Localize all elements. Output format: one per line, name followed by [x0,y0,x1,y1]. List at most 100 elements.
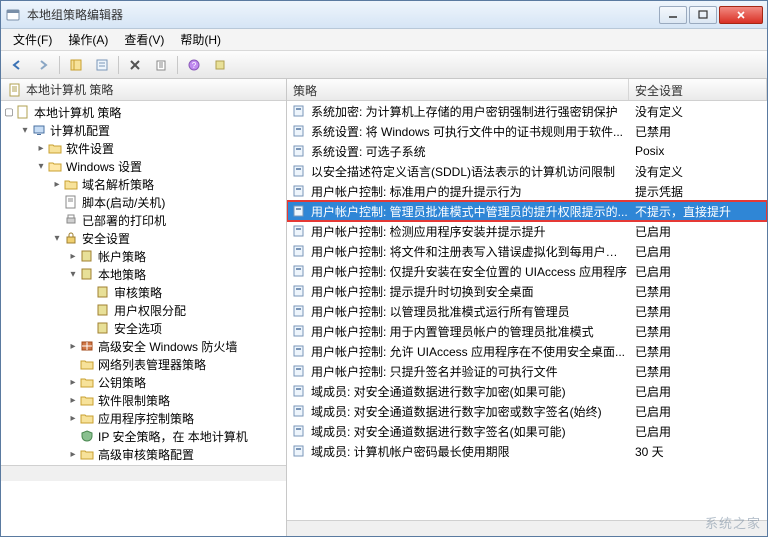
col-setting[interactable]: 安全设置 [629,79,767,100]
firewall-icon [79,338,95,354]
expand-icon[interactable]: ▢ [3,107,15,118]
policy-row[interactable]: 用户帐户控制: 仅提升安装在安全位置的 UIAccess 应用程序已启用 [287,261,767,281]
tree-ipsec[interactable]: IP 安全策略，在 本地计算机 [67,427,286,445]
collapse-icon[interactable]: ▾ [67,269,79,280]
tree-scripts[interactable]: 脚本(启动/关机) [51,193,286,211]
policy-row[interactable]: 用户帐户控制: 允许 UIAccess 应用程序在不使用安全桌面...已禁用 [287,341,767,361]
policy-row[interactable]: 用户帐户控制: 将文件和注册表写入错误虚拟化到每用户位置已启用 [287,241,767,261]
col-policy[interactable]: 策略 [287,79,629,100]
menu-help[interactable]: 帮助(H) [172,29,229,50]
properties-button[interactable] [90,54,114,76]
policy-value: 已启用 [629,243,767,260]
policy-row[interactable]: 域成员: 对安全通道数据进行数字加密(如果可能)已启用 [287,381,767,401]
tree-pane: 本地计算机 策略 ▢ 本地计算机 策略 ▾ 计算机配置 [1,79,287,536]
policy-row[interactable]: 系统加密: 为计算机上存储的用户密钥强制进行强密钥保护没有定义 [287,101,767,121]
expand-icon[interactable]: ▸ [67,251,79,262]
policy-name: 系统加密: 为计算机上存储的用户密钥强制进行强密钥保护 [311,103,618,120]
expand-icon[interactable]: ▸ [67,395,79,406]
collapse-icon[interactable]: ▾ [51,233,63,244]
policy-row[interactable]: 用户帐户控制: 只提升签名并验证的可执行文件已禁用 [287,361,767,381]
policy-row[interactable]: 用户帐户控制: 管理员批准模式中管理员的提升权限提示的...不提示，直接提升 [287,201,767,221]
tree-network-list[interactable]: 网络列表管理器策略 [67,355,286,373]
expand-icon[interactable]: ▸ [35,143,47,154]
policy-icon [79,266,95,282]
tree-user-rights[interactable]: 用户权限分配 [83,301,286,319]
close-button[interactable] [719,6,763,24]
doc-icon [15,104,31,120]
list-scrollbar[interactable] [287,520,767,536]
window-buttons [659,6,763,24]
policy-row[interactable]: 域成员: 计算机帐户密码最长使用期限30 天 [287,441,767,461]
delete-button[interactable] [123,54,147,76]
export-button[interactable] [149,54,173,76]
policy-row[interactable]: 以安全描述符定义语言(SDDL)语法表示的计算机访问限制没有定义 [287,161,767,181]
tree-software-restriction[interactable]: ▸软件限制策略 [67,391,286,409]
policy-name: 用户帐户控制: 仅提升安装在安全位置的 UIAccess 应用程序 [311,263,627,280]
tree-root[interactable]: ▢ 本地计算机 策略 [3,103,286,121]
policy-value: 已禁用 [629,303,767,320]
menu-file[interactable]: 文件(F) [5,29,60,50]
menu-action[interactable]: 操作(A) [60,29,116,50]
menu-view[interactable]: 查看(V) [116,29,172,50]
tree-printers[interactable]: 已部署的打印机 [51,211,286,229]
policy-name: 用户帐户控制: 只提升签名并验证的可执行文件 [311,363,558,380]
folder-icon [63,176,79,192]
lock-icon [63,230,79,246]
expand-icon[interactable]: ▸ [67,341,79,352]
refresh-button[interactable] [208,54,232,76]
printer-icon [63,212,79,228]
title-bar: 本地组策略编辑器 [1,1,767,29]
policy-item-icon [291,283,307,299]
policy-row[interactable]: 用户帐户控制: 以管理员批准模式运行所有管理员已禁用 [287,301,767,321]
tree-security-settings[interactable]: ▾安全设置 [51,229,286,247]
tree-software[interactable]: ▸软件设置 [35,139,286,157]
collapse-icon[interactable]: ▾ [35,161,47,172]
policy-item-icon [291,323,307,339]
tree-header-label: 本地计算机 策略 [26,81,113,98]
minimize-button[interactable] [659,6,687,24]
nav-forward-button[interactable] [31,54,55,76]
policy-item-icon [291,103,307,119]
expand-icon[interactable]: ▸ [67,377,79,388]
tree-security-options[interactable]: 安全选项 [83,319,286,337]
policy-name: 域成员: 对安全通道数据进行数字加密(如果可能) [311,383,566,400]
policy-row[interactable]: 域成员: 对安全通道数据进行数字签名(如果可能)已启用 [287,421,767,441]
folder-icon [79,446,95,462]
tree-computer-config[interactable]: ▾ 计算机配置 [19,121,286,139]
expand-icon[interactable]: ▸ [67,413,79,424]
policy-item-icon [291,143,307,159]
tree-audit[interactable]: 审核策略 [83,283,286,301]
policy-value: 没有定义 [629,163,767,180]
policy-row[interactable]: 系统设置: 将 Windows 可执行文件中的证书规则用于软件...已禁用 [287,121,767,141]
tree-app-control[interactable]: ▸应用程序控制策略 [67,409,286,427]
svg-text:?: ? [192,61,197,70]
policy-item-icon [291,303,307,319]
tree-scrollbar[interactable] [1,465,286,481]
policy-row[interactable]: 用户帐户控制: 用于内置管理员帐户的管理员批准模式已禁用 [287,321,767,341]
list-body: 系统加密: 为计算机上存储的用户密钥强制进行强密钥保护没有定义系统设置: 将 W… [287,101,767,520]
maximize-button[interactable] [689,6,717,24]
tree-dns[interactable]: ▸域名解析策略 [51,175,286,193]
policy-item-icon [291,383,307,399]
policy-row[interactable]: 用户帐户控制: 标准用户的提升提示行为提示凭据 [287,181,767,201]
policy-row[interactable]: 用户帐户控制: 检测应用程序安装并提示提升已启用 [287,221,767,241]
policy-item-icon [291,203,307,219]
policy-value: 30 天 [629,443,767,460]
tree-advanced-audit[interactable]: ▸高级审核策略配置 [67,445,286,463]
tree-account-policy[interactable]: ▸帐户策略 [67,247,286,265]
help-button[interactable]: ? [182,54,206,76]
policy-row[interactable]: 系统设置: 可选子系统Posix [287,141,767,161]
collapse-icon[interactable]: ▾ [19,125,31,136]
expand-icon[interactable]: ▸ [67,449,79,460]
show-tree-button[interactable] [64,54,88,76]
tree-firewall[interactable]: ▸高级安全 Windows 防火墙 [67,337,286,355]
nav-back-button[interactable] [5,54,29,76]
tree-public-key[interactable]: ▸公钥策略 [67,373,286,391]
folder-icon [79,410,95,426]
tree-windows-settings[interactable]: ▾Windows 设置 [35,157,286,175]
policy-row[interactable]: 域成员: 对安全通道数据进行数字加密或数字签名(始终)已启用 [287,401,767,421]
policy-row[interactable]: 用户帐户控制: 提示提升时切换到安全桌面已禁用 [287,281,767,301]
expand-icon[interactable]: ▸ [51,179,63,190]
tree-header[interactable]: 本地计算机 策略 [1,79,286,101]
tree-local-policy[interactable]: ▾本地策略 [67,265,286,283]
